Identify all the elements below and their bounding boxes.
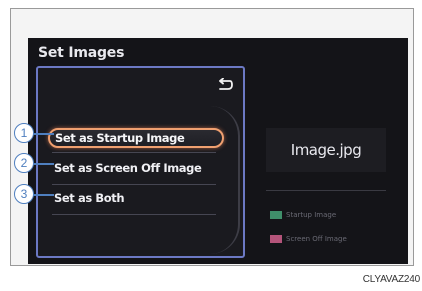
menu-item-set-both[interactable]: Set as Both <box>48 188 224 208</box>
legend-screen-off-image: Screen Off Image <box>270 234 347 244</box>
callout-leader <box>33 194 54 196</box>
legend-label: Startup Image <box>286 211 337 219</box>
menu-separator <box>52 214 216 215</box>
screen-title: Set Images <box>38 45 125 61</box>
menu-item-set-startup-image[interactable]: Set as Startup Image <box>48 128 224 148</box>
startup-image-icon <box>270 211 282 219</box>
menu-panel: Set as Startup Image Set as Screen Off I… <box>36 66 245 258</box>
legend-startup-image: Startup Image <box>270 210 336 220</box>
scroll-indicator <box>210 106 240 254</box>
callout-2: 2 <box>14 153 34 173</box>
menu-separator <box>52 184 216 185</box>
callout-leader <box>33 163 54 165</box>
back-button[interactable] <box>213 76 235 94</box>
back-arrow-icon <box>219 78 233 90</box>
menu-item-set-screen-off-image[interactable]: Set as Screen Off Image <box>48 158 224 178</box>
callout-3: 3 <box>14 184 34 204</box>
preview-filename: Image.jpg <box>290 141 362 159</box>
callout-leader <box>33 133 54 135</box>
display-screen: Set Images Set as Startup Image Set as S… <box>28 38 408 264</box>
figure-code: CLYAVAZ240 <box>362 274 420 285</box>
legend-label: Screen Off Image <box>286 235 347 243</box>
screen-off-image-icon <box>270 235 282 243</box>
preview-divider <box>266 190 386 191</box>
menu-separator <box>52 152 216 153</box>
image-preview: Image.jpg <box>266 128 386 172</box>
callout-1: 1 <box>14 123 34 143</box>
